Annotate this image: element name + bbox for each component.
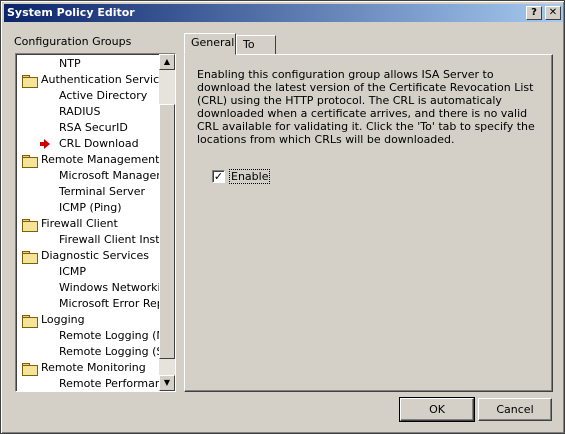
scroll-up-button[interactable]: ▲: [159, 54, 175, 70]
enable-checkbox[interactable]: ✓: [212, 170, 225, 183]
tree-item-label: RSA SecurID: [59, 121, 128, 134]
tab-general[interactable]: General: [184, 33, 236, 55]
tree-item-label: Active Directory: [59, 89, 148, 102]
selected-arrow-icon: [40, 139, 50, 149]
tree-item-label: Remote Management: [41, 153, 160, 166]
folder-icon: [22, 315, 38, 328]
tree-item-label: Firewall Client Install: [59, 233, 173, 246]
configuration-groups-tree[interactable]: NTP Authentication Services Active Directo…: [15, 53, 176, 392]
help-button[interactable]: ?: [526, 6, 542, 20]
tree-item-label: Remote Logging (Ne: [59, 329, 172, 342]
tree-item-label: Authentication Services: [41, 73, 172, 86]
tree-item-label: Terminal Server: [59, 185, 146, 198]
tree-item-label: Remote Logging (SQ: [59, 345, 173, 358]
tree-item-label: Diagnostic Services: [41, 249, 149, 262]
system-policy-editor-window: System Policy Editor ? ✕ Configuration G…: [0, 0, 565, 434]
tree-item-label: ICMP (Ping): [59, 201, 122, 214]
tree-vertical-scrollbar[interactable]: ▲ ▼: [159, 54, 175, 391]
tree-item-label: Microsoft Error Repo: [59, 297, 171, 310]
tab-general-label: General: [191, 36, 235, 49]
folder-icon: [22, 219, 38, 232]
tab-to-label: To: [243, 38, 255, 51]
tree-item-label: Windows Networking: [59, 281, 175, 294]
tab-to[interactable]: To: [236, 35, 276, 55]
enable-checkbox-label[interactable]: Enable: [229, 169, 271, 184]
tree-item-label: NTP: [59, 57, 81, 70]
tree-item-label: ICMP: [59, 265, 87, 278]
tree-item-label: Firewall Client: [41, 217, 118, 230]
description-text: Enabling this configuration group allows…: [197, 68, 535, 146]
close-button[interactable]: ✕: [545, 6, 561, 20]
tree-item-label: Remote Performance: [59, 377, 175, 390]
general-tab-panel: Enabling this configuration group allows…: [184, 54, 553, 392]
cancel-button[interactable]: Cancel: [478, 398, 552, 421]
window-title: System Policy Editor: [7, 6, 135, 19]
ok-button[interactable]: OK: [399, 397, 475, 422]
tree-item-label: CRL Download: [59, 137, 139, 150]
folder-icon: [22, 75, 38, 88]
tree-item-label: Remote Monitoring: [41, 361, 146, 374]
folder-icon: [22, 363, 38, 376]
tree-item-label: RADIUS: [59, 105, 101, 118]
scroll-thumb[interactable]: [159, 104, 175, 359]
title-bar: System Policy Editor ? ✕: [4, 4, 563, 22]
configuration-groups-label: Configuration Groups: [14, 35, 132, 48]
folder-icon: [22, 155, 38, 168]
scroll-down-button[interactable]: ▼: [159, 375, 175, 391]
tree-item-label: Logging: [41, 313, 85, 326]
folder-icon: [22, 251, 38, 264]
tree-item-label: Microsoft Manageme: [59, 169, 174, 182]
